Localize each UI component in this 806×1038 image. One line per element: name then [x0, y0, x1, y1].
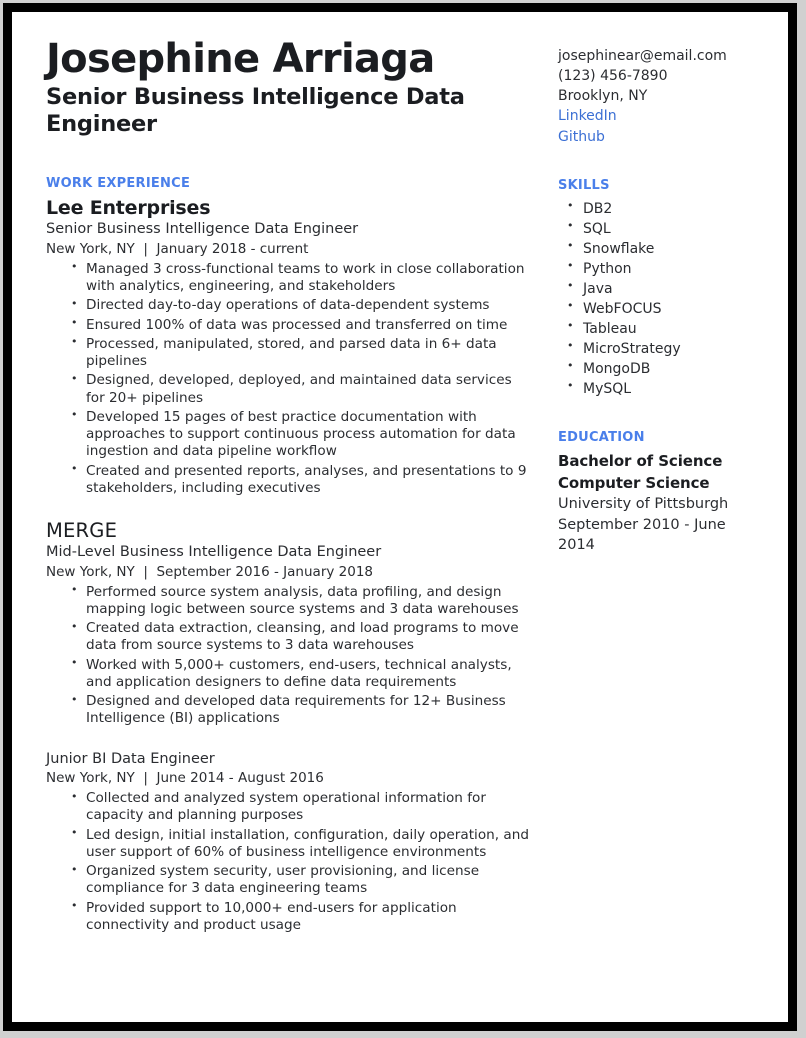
skill-item: Python [567, 258, 766, 279]
job-bullet: Led design, initial installation, config… [71, 826, 532, 862]
education-heading: EDUCATION [558, 429, 645, 445]
employer-name: Lee Enterprises [46, 197, 211, 220]
job-bullet: Managed 3 cross-functional teams to work… [71, 260, 532, 296]
job-title: Junior BI Data Engineer [46, 750, 215, 767]
job-bullet: Designed, developed, deployed, and maint… [71, 372, 532, 407]
work-experience-entry: MERGE Mid-Level Business Intelligence Dat… [46, 519, 532, 727]
education-school: University of Pittsburgh [558, 496, 729, 513]
work-experience-heading: WORK EXPERIENCE [46, 176, 191, 192]
job-bullet: Worked with 5,000+ customers, end-users,… [71, 656, 532, 692]
github-link[interactable]: Github [558, 127, 766, 147]
job-bullet: Created and presented reports, analyses,… [71, 462, 532, 498]
resume-sidebar-column: josephinear@email.com (123) 456-7890 Bro… [546, 38, 766, 555]
skill-item: MicroStrategy [567, 338, 766, 359]
skill-item: MySQL [567, 378, 766, 399]
job-bullet-list: Performed source system analysis, data p… [46, 583, 532, 728]
resume-frame: Josephine Arriaga Senior Business Intell… [3, 3, 797, 1031]
linkedin-link[interactable]: LinkedIn [558, 106, 766, 126]
job-bullet: Created data extraction, cleansing, and … [71, 620, 532, 655]
job-bullet: Performed source system analysis, data p… [71, 583, 532, 619]
skill-item: MongoDB [567, 358, 766, 379]
contact-phone[interactable]: (123) 456-7890 [558, 66, 766, 86]
employer-name: MERGE [46, 519, 118, 543]
skill-item: Java [567, 278, 766, 299]
resume-page: Josephine Arriaga Senior Business Intell… [12, 12, 788, 1022]
job-bullet: Processed, manipulated, stored, and pars… [71, 335, 532, 371]
skill-item: WebFOCUS [567, 298, 766, 319]
job-bullet: Collected and analyzed system operationa… [71, 790, 532, 825]
job-bullet-list: Managed 3 cross-functional teams to work… [46, 260, 532, 498]
job-bullet-list: Collected and analyzed system operationa… [46, 790, 532, 934]
skill-item: SQL [567, 218, 766, 239]
job-bullet: Directed day-to-day operations of data-d… [71, 297, 532, 314]
skill-item: DB2 [567, 198, 766, 219]
job-bullet: Ensured 100% of data was processed and t… [71, 316, 532, 334]
skill-item: Tableau [567, 318, 766, 339]
contact-location: Brooklyn, NY [558, 88, 648, 105]
work-experience-entry: Lee Enterprises Senior Business Intellige… [46, 197, 532, 497]
job-location-dates: New York, NY | January 2018 - current [46, 240, 309, 257]
resume-main-column: Josephine Arriaga Senior Business Intell… [46, 38, 546, 936]
professional-headline: Senior Business Intelligence Data Engine… [46, 84, 465, 138]
job-title: Mid-Level Business Intelligence Data Eng… [46, 544, 382, 561]
page-title: Josephine Arriaga [46, 36, 435, 82]
job-title: Senior Business Intelligence Data Engine… [46, 221, 359, 238]
job-bullet: Developed 15 pages of best practice docu… [71, 408, 532, 461]
education-degree: Bachelor of Science [558, 451, 723, 470]
education-major: Computer Science [558, 473, 710, 492]
skills-heading: SKILLS [558, 177, 610, 193]
job-location-dates: New York, NY | September 2016 - January … [46, 563, 374, 580]
education-dates: September 2010 - June 2014 [558, 516, 726, 554]
work-experience-list: Lee Enterprises Senior Business Intellige… [46, 197, 532, 934]
skills-list: DB2SQLSnowflakePythonJavaWebFOCUSTableau… [558, 198, 766, 399]
job-location-dates: New York, NY | June 2014 - August 2016 [46, 770, 324, 787]
skill-item: Snowflake [567, 238, 766, 259]
job-bullet: Provided support to 10,000+ end-users fo… [71, 899, 532, 935]
contact-email[interactable]: josephinear@email.com [558, 46, 766, 66]
work-experience-entry: Junior BI Data Engineer New York, NY | Ju… [46, 750, 532, 934]
job-bullet: Designed and developed data requirements… [71, 693, 532, 728]
job-bullet: Organized system security, user provisio… [71, 863, 532, 898]
